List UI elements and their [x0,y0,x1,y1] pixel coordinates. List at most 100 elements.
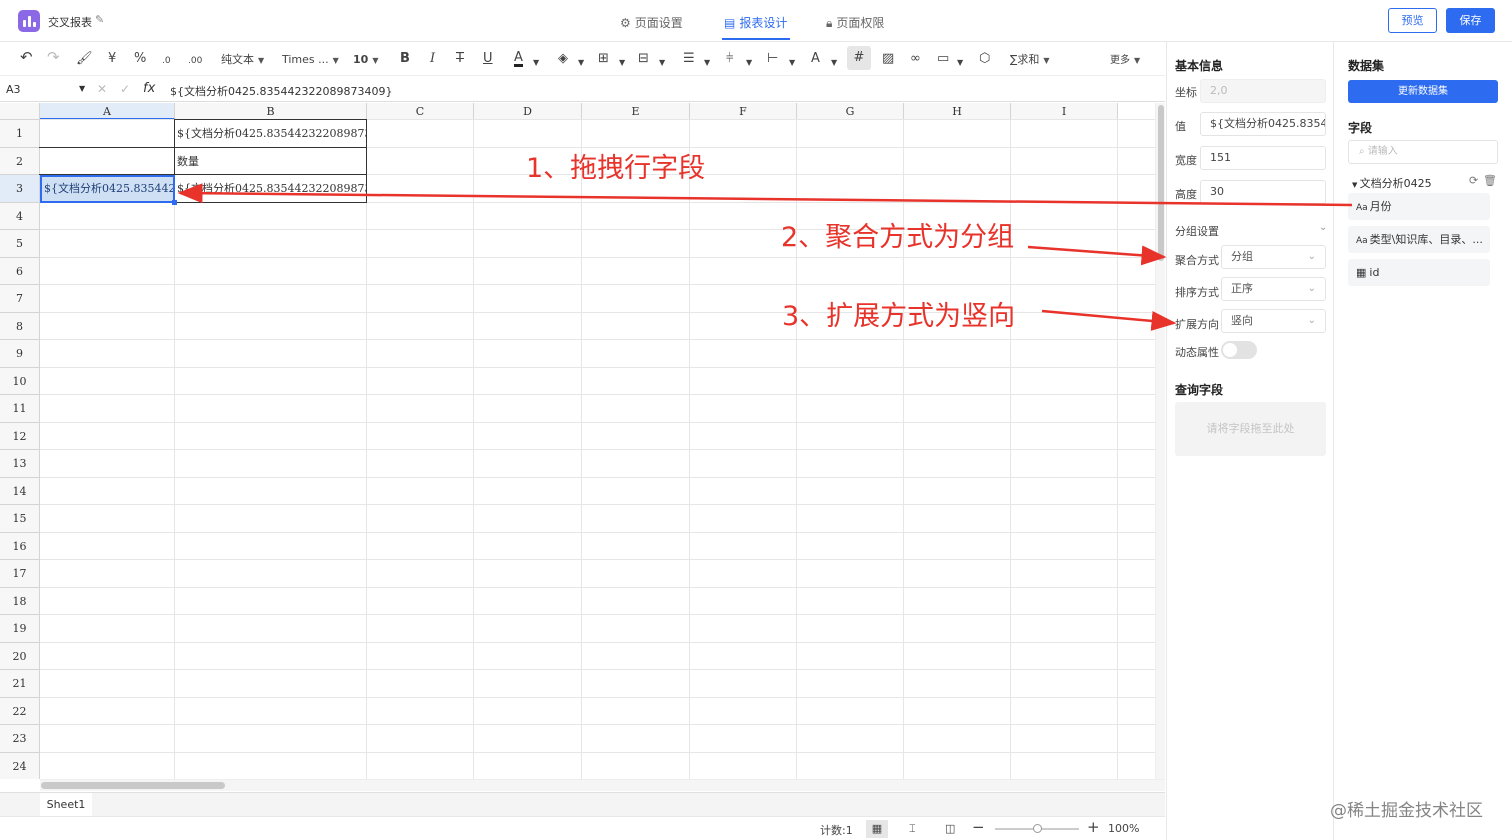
zoom-out-icon[interactable]: − [972,818,985,836]
cell-b3[interactable]: ${文档分析0425.835442322089873411 [175,175,367,203]
row-header[interactable]: 11 [0,395,40,423]
format-painter-icon[interactable]: 🖌︎ [76,51,93,67]
cell-reference[interactable]: A3 [6,83,21,96]
row-header[interactable]: 8 [0,313,40,340]
link-icon[interactable]: ∞ [910,51,921,67]
width-input[interactable]: 151 [1200,146,1326,170]
dynamic-toggle[interactable] [1221,341,1257,359]
chevron-down-icon[interactable]: ▼ [659,55,665,71]
column-header[interactable]: G [797,103,904,120]
page-break-view-icon[interactable]: ⌶ [909,822,916,836]
row-header[interactable]: 18 [0,588,40,615]
chevron-down-icon[interactable]: ▼ [704,55,710,71]
fill-handle[interactable] [172,200,177,205]
field-search-input[interactable]: ⌕ 请输入 [1348,140,1498,164]
row-header[interactable]: 6 [0,258,40,285]
font-color-button[interactable]: A [514,51,523,67]
decrease-decimal-button[interactable]: .00 [188,53,202,69]
function-icon[interactable]: fx [143,81,155,96]
tab-page-settings[interactable]: ⚙ 页面设置 [620,14,683,31]
formula-input[interactable]: ${文档分析0425.835442322089873409} [170,83,392,99]
vertical-align-icon[interactable]: ⫩ [726,51,733,67]
cancel-edit-icon[interactable]: ✕ [97,82,107,96]
row-header[interactable]: 13 [0,450,40,478]
agg-select[interactable]: 分组 ⌄ [1221,245,1326,269]
chevron-down-icon[interactable]: ▼ [831,55,837,71]
select-all-corner[interactable] [0,103,40,120]
redo-icon[interactable]: ↷ [47,49,60,65]
row-header[interactable]: 3 [0,175,40,203]
chevron-down-icon[interactable]: ▼ [957,55,963,71]
chevron-down-icon[interactable]: ▼ [79,84,85,93]
text-rotate-icon[interactable]: 𝖠 [811,51,820,67]
scroll-thumb[interactable] [1158,105,1164,261]
field-item-id[interactable]: ▦ id [1348,259,1490,286]
bold-button[interactable]: B [400,51,410,67]
row-header[interactable]: 10 [0,368,40,395]
row-header[interactable]: 16 [0,533,40,560]
image-icon[interactable]: ▨ [882,51,894,67]
update-dataset-button[interactable]: 更新数据集 [1348,80,1498,103]
font-family-select[interactable]: Times ... ▼ [282,52,339,69]
field-item-month[interactable]: Aa 月份 [1348,193,1490,220]
cube-icon[interactable]: ⬡ [979,51,990,67]
column-header[interactable]: C [367,103,474,120]
chevron-down-icon[interactable]: ▼ [533,55,539,71]
row-header[interactable]: 12 [0,423,40,450]
increase-decimal-button[interactable]: .0 [162,53,171,69]
italic-button[interactable]: I [430,51,435,67]
column-header[interactable]: I [1011,103,1118,120]
confirm-edit-icon[interactable]: ✓ [120,82,130,96]
value-input[interactable]: ${文档分析0425.8354 [1200,112,1326,136]
currency-button[interactable]: ¥ [108,51,116,67]
align-left-icon[interactable]: ☰ [683,51,695,67]
column-header[interactable]: A [40,103,175,120]
row-header[interactable]: 1 [0,120,40,148]
row-header[interactable]: 24 [0,753,40,779]
row-header[interactable]: 15 [0,505,40,533]
expand-select[interactable]: 竖向 ⌄ [1221,309,1326,333]
sheet-tab[interactable]: Sheet1 [40,793,92,817]
row-header[interactable]: 20 [0,643,40,670]
row-header[interactable]: 5 [0,230,40,258]
row-header[interactable]: 4 [0,203,40,230]
chevron-down-icon[interactable]: ▼ [578,55,584,71]
height-input[interactable]: 30 [1200,180,1326,204]
chevron-down-icon[interactable]: ▼ [619,55,625,71]
spreadsheet-grid[interactable]: A B C D E F G H I 1 2 3 4 5 6 7 8 9 10 11 12 13 14 15 16 17 18 19 20… [0,103,1155,779]
fill-color-icon[interactable]: ◈ [558,51,568,67]
gridlines-toggle-icon[interactable]: # [847,46,871,70]
underline-button[interactable]: U [483,51,493,67]
cell-b2[interactable]: 数量 [175,148,367,175]
row-header[interactable]: 21 [0,670,40,698]
more-button[interactable]: 更多 ▼ [1110,53,1140,69]
edit-title-icon[interactable]: ✎ [95,13,104,26]
zoom-slider-handle[interactable] [1033,824,1042,833]
row-header[interactable]: 14 [0,478,40,505]
sum-button[interactable]: ∑求和 ▼ [1010,52,1050,69]
font-size-select[interactable]: 10 ▼ [353,52,378,69]
row-header[interactable]: 23 [0,725,40,753]
horizontal-scrollbar[interactable] [40,779,1165,791]
column-width-icon[interactable]: ⊢ [767,51,778,67]
row-header[interactable]: 9 [0,340,40,368]
cell-b1[interactable]: ${文档分析0425.835442322089873410 [175,120,367,148]
border-icon[interactable]: ⊞ [598,51,609,67]
cell-a3[interactable]: ${文档分析0425.835442322 [40,175,175,203]
column-header[interactable]: B [175,103,367,120]
refresh-icon[interactable]: ⟳ [1469,174,1478,187]
dataset-tree-node[interactable]: ▼ 文档分析0425 [1352,175,1432,191]
field-item-type[interactable]: Aa 类型\知识库、目录、... [1348,226,1490,253]
column-header[interactable]: E [582,103,690,120]
row-header[interactable]: 17 [0,560,40,588]
page-layout-icon[interactable]: ◫ [945,822,955,835]
row-header[interactable]: 7 [0,285,40,313]
collapse-chevron-icon[interactable]: ⌄ [1319,222,1327,233]
chevron-down-icon[interactable]: ▼ [789,55,795,71]
delete-icon[interactable]: 🗑︎ [1483,174,1497,187]
tab-page-permissions[interactable]: 🔒︎ 页面权限 [826,14,884,31]
vertical-scrollbar[interactable] [1155,103,1165,779]
save-button[interactable]: 保存 [1446,8,1495,33]
preview-button[interactable]: 预览 [1388,8,1437,33]
zoom-in-icon[interactable]: + [1087,818,1100,836]
